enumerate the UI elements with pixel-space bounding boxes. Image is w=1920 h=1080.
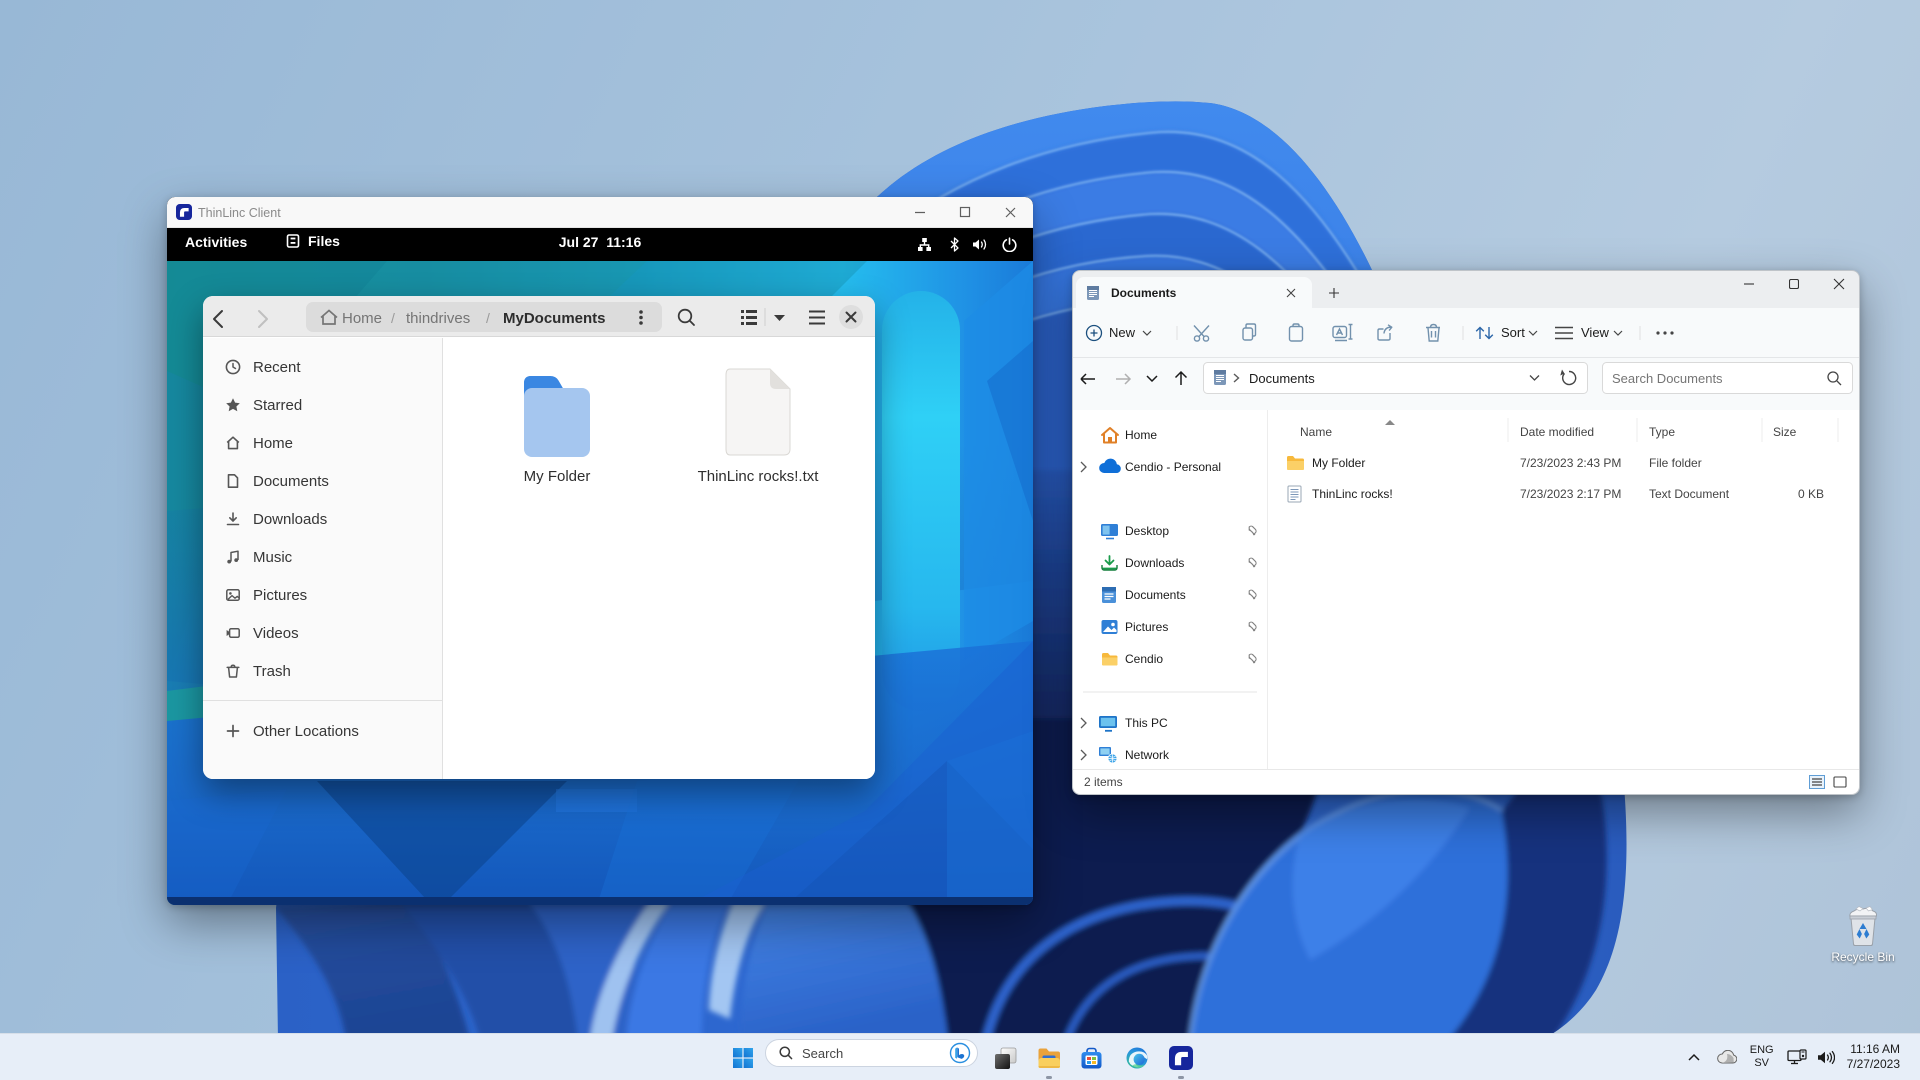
- svg-text:7/23/2023 2:43 PM: 7/23/2023 2:43 PM: [1520, 456, 1621, 470]
- svg-text:New: New: [1109, 325, 1136, 340]
- svg-text:Downloads: Downloads: [1125, 556, 1184, 570]
- svg-text:Desktop: Desktop: [1125, 524, 1169, 538]
- svg-text:Home: Home: [342, 310, 382, 327]
- svg-text:Sort: Sort: [1501, 325, 1525, 340]
- svg-text:ThinLinc rocks!: ThinLinc rocks!: [1312, 487, 1393, 501]
- svg-text:Date modified: Date modified: [1520, 425, 1594, 439]
- svg-text:Network: Network: [1125, 748, 1170, 762]
- svg-text:Home: Home: [1125, 428, 1157, 442]
- svg-text:Text Document: Text Document: [1649, 487, 1730, 501]
- svg-text:0 KB: 0 KB: [1798, 487, 1824, 501]
- svg-text:thindrives: thindrives: [406, 310, 470, 327]
- svg-text:View: View: [1581, 325, 1610, 340]
- svg-text:This PC: This PC: [1125, 716, 1168, 730]
- svg-text:Documents: Documents: [1125, 588, 1186, 602]
- svg-text:Search Documents: Search Documents: [1612, 371, 1723, 386]
- svg-text:Name: Name: [1300, 425, 1332, 439]
- svg-text:File folder: File folder: [1649, 456, 1702, 470]
- svg-text:Cendio - Personal: Cendio - Personal: [1125, 460, 1221, 474]
- svg-text:7/23/2023 2:17 PM: 7/23/2023 2:17 PM: [1520, 487, 1621, 501]
- svg-text:Pictures: Pictures: [1125, 620, 1168, 634]
- svg-text:Cendio: Cendio: [1125, 652, 1163, 666]
- svg-text:/: /: [486, 310, 490, 326]
- svg-text:Documents: Documents: [1249, 371, 1315, 386]
- svg-text:Type: Type: [1649, 425, 1675, 439]
- svg-text:MyDocuments: MyDocuments: [503, 310, 606, 327]
- svg-text:My Folder: My Folder: [1312, 456, 1365, 470]
- svg-text:/: /: [391, 310, 395, 326]
- svg-text:Size: Size: [1773, 425, 1797, 439]
